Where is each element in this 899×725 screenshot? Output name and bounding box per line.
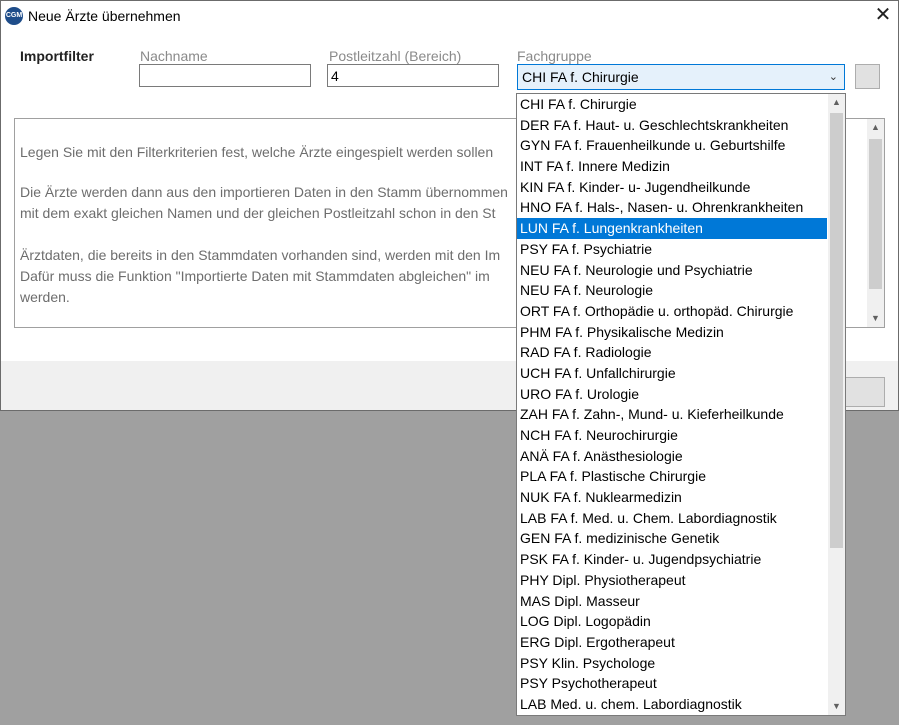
- plz-input[interactable]: 4: [327, 64, 499, 87]
- dropdown-option[interactable]: PHY Dipl. Physiotherapeut: [517, 570, 827, 591]
- scroll-thumb[interactable]: [869, 139, 882, 289]
- scroll-thumb[interactable]: [830, 113, 843, 548]
- dropdown-option[interactable]: LAB Med. u. chem. Labordiagnostik: [517, 694, 827, 715]
- dropdown-option[interactable]: NUK FA f. Nuklearmedizin: [517, 487, 827, 508]
- info-line: mit dem exakt gleichen Namen und der gle…: [20, 205, 496, 221]
- dropdown-option[interactable]: MAS Dipl. Masseur: [517, 591, 827, 612]
- dropdown-option[interactable]: PSY FA f. Psychiatrie: [517, 239, 827, 260]
- dropdown-option[interactable]: INT FA f. Innere Medizin: [517, 156, 827, 177]
- dropdown-option[interactable]: NEU FA f. Neurologie: [517, 280, 827, 301]
- scroll-up-icon[interactable]: ▲: [867, 119, 884, 136]
- dropdown-option[interactable]: HNO FA f. Hals-, Nasen- u. Ohrenkrankhei…: [517, 197, 827, 218]
- fachgruppe-dropdown-list: CHI FA f. Chirurgie DER FA f. Haut- u. Ge…: [516, 93, 846, 716]
- dropdown-option[interactable]: ZAH FA f. Zahn-, Mund- u. Kieferheilkund…: [517, 404, 827, 425]
- dropdown-option[interactable]: PSY Klin. Psychologe: [517, 653, 827, 674]
- nachname-label: Nachname: [140, 48, 208, 64]
- app-logo-icon: CGM: [5, 7, 23, 25]
- dropdown-option[interactable]: DER FA f. Haut- u. Geschlechtskrankheite…: [517, 115, 827, 136]
- fachgruppe-select[interactable]: CHI FA f. Chirurgie ⌄: [517, 64, 845, 90]
- info-line: werden.: [20, 289, 70, 305]
- info-line: Ärztdaten, die bereits in den Stammdaten…: [20, 247, 501, 263]
- title-bar: CGM Neue Ärzte übernehmen ✕: [1, 1, 898, 31]
- filter-extra-button[interactable]: [855, 64, 880, 89]
- close-icon[interactable]: ✕: [868, 1, 898, 31]
- dropdown-option[interactable]: NCH FA f. Neurochirurgie: [517, 425, 827, 446]
- dropdown-option[interactable]: GEN FA f. medizinische Genetik: [517, 528, 827, 549]
- dropdown-option[interactable]: ERG Dipl. Ergotherapeut: [517, 632, 827, 653]
- dropdown-option[interactable]: PSY Psychotherapeut: [517, 673, 827, 694]
- dropdown-option[interactable]: UCH FA f. Unfallchirurgie: [517, 363, 827, 384]
- scroll-up-icon[interactable]: ▲: [828, 94, 845, 111]
- dropdown-option[interactable]: RAD FA f. Radiologie: [517, 342, 827, 363]
- info-line: Die Ärzte werden dann aus den importiere…: [20, 184, 508, 200]
- dropdown-option[interactable]: PLA FA f. Plastische Chirurgie: [517, 466, 827, 487]
- dropdown-scrollbar[interactable]: ▲ ▼: [828, 94, 845, 715]
- dropdown-option[interactable]: KIN FA f. Kinder- u- Jugendheilkunde: [517, 177, 827, 198]
- window-title: Neue Ärzte übernehmen: [28, 8, 181, 24]
- chevron-down-icon[interactable]: ⌄: [829, 65, 838, 89]
- dropdown-option[interactable]: LOG Dipl. Logopädin: [517, 611, 827, 632]
- dropdown-option[interactable]: LUN FA f. Lungenkrankheiten: [517, 218, 827, 239]
- importfilter-label: Importfilter: [20, 48, 94, 64]
- dropdown-option[interactable]: GYN FA f. Frauenheilkunde u. Geburtshilf…: [517, 135, 827, 156]
- dropdown-items: CHI FA f. Chirurgie DER FA f. Haut- u. Ge…: [517, 94, 827, 715]
- dropdown-option[interactable]: NEU FA f. Neurologie und Psychiatrie: [517, 260, 827, 281]
- dropdown-option[interactable]: CHI FA f. Chirurgie: [517, 94, 827, 115]
- dropdown-option[interactable]: LAB FA f. Med. u. Chem. Labordiagnostik: [517, 508, 827, 529]
- scroll-down-icon[interactable]: ▼: [867, 310, 884, 327]
- info-scrollbar[interactable]: ▲ ▼: [867, 119, 884, 327]
- plz-label: Postleitzahl (Bereich): [329, 48, 462, 64]
- dropdown-option[interactable]: ANÄ FA f. Anästhesiologie: [517, 446, 827, 467]
- fachgruppe-label: Fachgruppe: [517, 48, 592, 64]
- dropdown-option[interactable]: PHM FA f. Physikalische Medizin: [517, 322, 827, 343]
- fachgruppe-value: CHI FA f. Chirurgie: [522, 69, 639, 85]
- dropdown-option[interactable]: ORT FA f. Orthopädie u. orthopäd. Chirur…: [517, 301, 827, 322]
- scroll-down-icon[interactable]: ▼: [828, 698, 845, 715]
- dropdown-option[interactable]: URO FA f. Urologie: [517, 384, 827, 405]
- info-line: Legen Sie mit den Filterkriterien fest, …: [20, 144, 494, 160]
- dropdown-option[interactable]: PSK FA f. Kinder- u. Jugendpsychiatrie: [517, 549, 827, 570]
- nachname-input[interactable]: [139, 64, 311, 87]
- info-line: Dafür muss die Funktion "Importierte Dat…: [20, 268, 490, 284]
